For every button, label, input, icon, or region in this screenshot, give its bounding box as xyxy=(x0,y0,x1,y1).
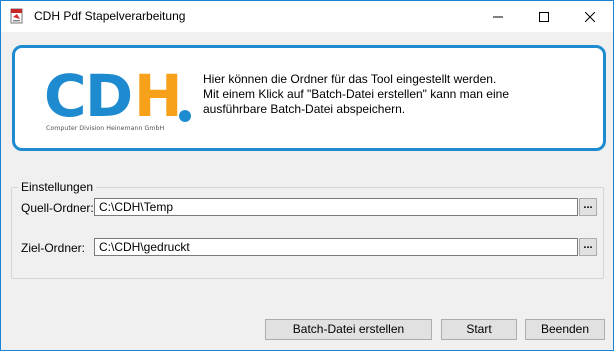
target-folder-label: Ziel-Ordner: xyxy=(21,241,86,255)
maximize-icon xyxy=(539,12,549,22)
source-folder-input[interactable] xyxy=(94,198,578,216)
logo-tagline: Computer Division Heinemann GmbH xyxy=(46,125,164,132)
app-window: CDH Pdf Stapelverarbeitung C D H Compute… xyxy=(0,0,614,351)
quit-button[interactable]: Beenden xyxy=(525,319,605,340)
minimize-icon xyxy=(493,16,503,18)
window-title: CDH Pdf Stapelverarbeitung xyxy=(34,9,186,23)
settings-legend: Einstellungen xyxy=(18,180,97,194)
logo-dot xyxy=(179,110,191,122)
start-button[interactable]: Start xyxy=(441,319,517,340)
info-panel: C D H Computer Division Heinemann GmbH H… xyxy=(12,45,606,151)
create-batch-button[interactable]: Batch-Datei erstellen xyxy=(265,319,432,340)
target-folder-input[interactable] xyxy=(94,238,578,256)
source-browse-button[interactable]: ... xyxy=(579,198,597,216)
minimize-button[interactable] xyxy=(475,1,521,32)
info-line-2: Mit einem Klick auf "Batch-Datei erstell… xyxy=(203,87,509,101)
close-button[interactable] xyxy=(567,1,613,32)
logo-letter-h: H xyxy=(134,64,183,130)
info-line-1: Hier können die Ordner für das Tool eing… xyxy=(203,72,497,86)
target-browse-button[interactable]: ... xyxy=(579,238,597,256)
info-line-3: ausführbare Batch-Datei abspeichern. xyxy=(203,102,406,116)
maximize-button[interactable] xyxy=(521,1,567,32)
logo-letter-d: D xyxy=(85,64,133,130)
source-folder-label: Quell-Ordner: xyxy=(21,201,94,215)
title-bar[interactable]: CDH Pdf Stapelverarbeitung xyxy=(1,1,613,32)
close-icon xyxy=(585,12,595,22)
logo-letter-c: C xyxy=(44,64,87,130)
info-text: Hier können die Ordner für das Tool eing… xyxy=(203,72,593,117)
cdh-logo: C D H Computer Division Heinemann GmbH xyxy=(44,64,191,132)
app-pdf-icon xyxy=(10,8,23,24)
